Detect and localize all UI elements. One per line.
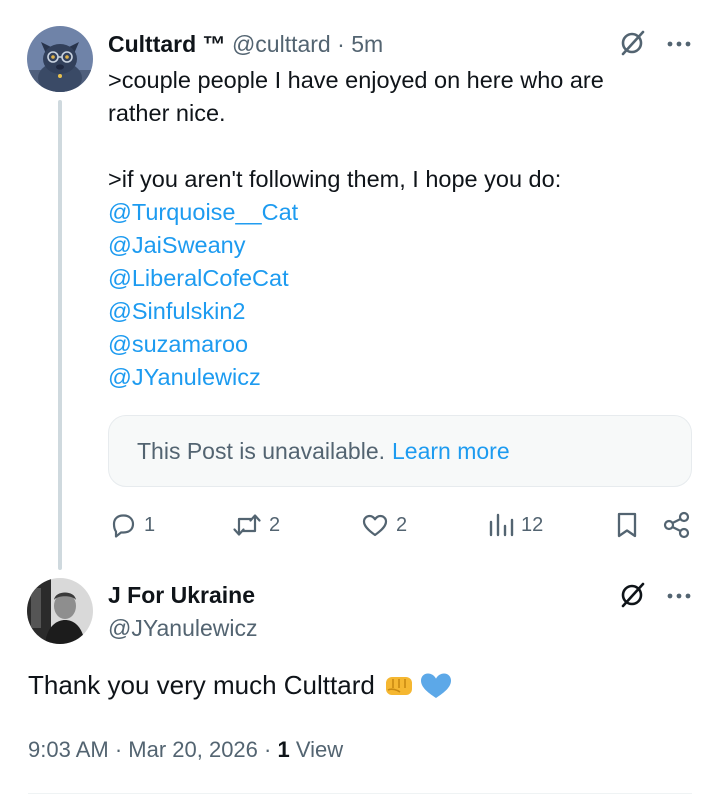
post-text-line: >couple people I have enjoyed on here wh…	[108, 67, 604, 93]
meta-views-label: View	[289, 737, 344, 762]
mention-link[interactable]: @LiberalCofeCat	[108, 262, 693, 295]
repost-icon	[233, 514, 261, 536]
header-separator: ·	[337, 31, 345, 57]
person-avatar-image	[27, 578, 93, 644]
author-handle[interactable]: @culttard	[232, 31, 331, 57]
more-options-button[interactable]	[664, 582, 694, 610]
post-time[interactable]: 5m	[351, 31, 383, 57]
grok-slash-icon	[621, 582, 645, 608]
divider	[28, 793, 692, 794]
more-icon	[667, 41, 691, 47]
bookmark-icon	[617, 512, 637, 538]
views-count: 12	[521, 513, 544, 536]
post-body: >couple people I have enjoyed on here wh…	[108, 64, 693, 394]
reply-body: Thank you very much Culttard	[28, 670, 453, 701]
thread-connector-line	[58, 100, 62, 570]
repost-action[interactable]: 2	[231, 508, 280, 542]
reply-author-handle[interactable]: @JYanulewicz	[108, 615, 257, 642]
reply-icon	[112, 514, 135, 538]
post-header: Culttard ™ @culttard · 5m	[108, 31, 383, 58]
reply-text: Thank you very much Culttard	[28, 670, 375, 700]
quoted-post-unavailable: This Post is unavailable. Learn more	[108, 415, 692, 487]
post-meta: 9:03 AM · Mar 20, 2026 · 1 View	[28, 737, 343, 763]
reply-count: 1	[144, 513, 156, 536]
learn-more-link[interactable]: Learn more	[392, 438, 510, 465]
reply-action[interactable]: 1	[108, 508, 155, 542]
post-text-line: rather nice.	[108, 100, 226, 126]
share-icon	[663, 511, 690, 539]
grok-slash-icon	[621, 30, 645, 56]
mention-link[interactable]: @JaiSweany	[108, 229, 693, 262]
bookmark-button[interactable]	[612, 510, 642, 540]
meta-timestamp[interactable]: 9:03 AM · Mar 20, 2026 ·	[28, 737, 277, 762]
culttard-avatar[interactable]	[27, 26, 93, 92]
jyanulewicz-avatar[interactable]	[27, 578, 93, 644]
grok-button[interactable]	[617, 580, 647, 610]
more-options-button[interactable]	[664, 30, 694, 58]
mention-link[interactable]: @Sinfulskin2	[108, 295, 693, 328]
grok-button[interactable]	[617, 28, 647, 58]
cat-avatar-image	[27, 26, 93, 92]
like-action[interactable]: 2	[360, 508, 407, 542]
blue-heart-emoji-icon	[420, 673, 451, 698]
unavailable-text: This Post is unavailable.	[137, 437, 386, 464]
views-action[interactable]: 12	[487, 508, 543, 542]
like-count: 2	[396, 513, 408, 536]
mention-link[interactable]: @Turquoise__Cat	[108, 196, 693, 229]
more-icon	[667, 593, 691, 599]
reply-author-name[interactable]: J For Ukraine	[108, 582, 255, 609]
author-name[interactable]: Culttard ™	[108, 31, 226, 57]
post-text-line	[108, 130, 693, 163]
share-button[interactable]	[661, 510, 693, 540]
views-icon	[489, 513, 514, 537]
fist-emoji-icon	[385, 676, 412, 695]
meta-views-count: 1	[277, 737, 290, 762]
like-icon	[362, 514, 388, 537]
post-text-line: >if you aren't following them, I hope yo…	[108, 166, 562, 192]
repost-count: 2	[269, 513, 281, 536]
mention-link[interactable]: @suzamaroo	[108, 328, 693, 361]
mention-link[interactable]: @JYanulewicz	[108, 361, 693, 394]
